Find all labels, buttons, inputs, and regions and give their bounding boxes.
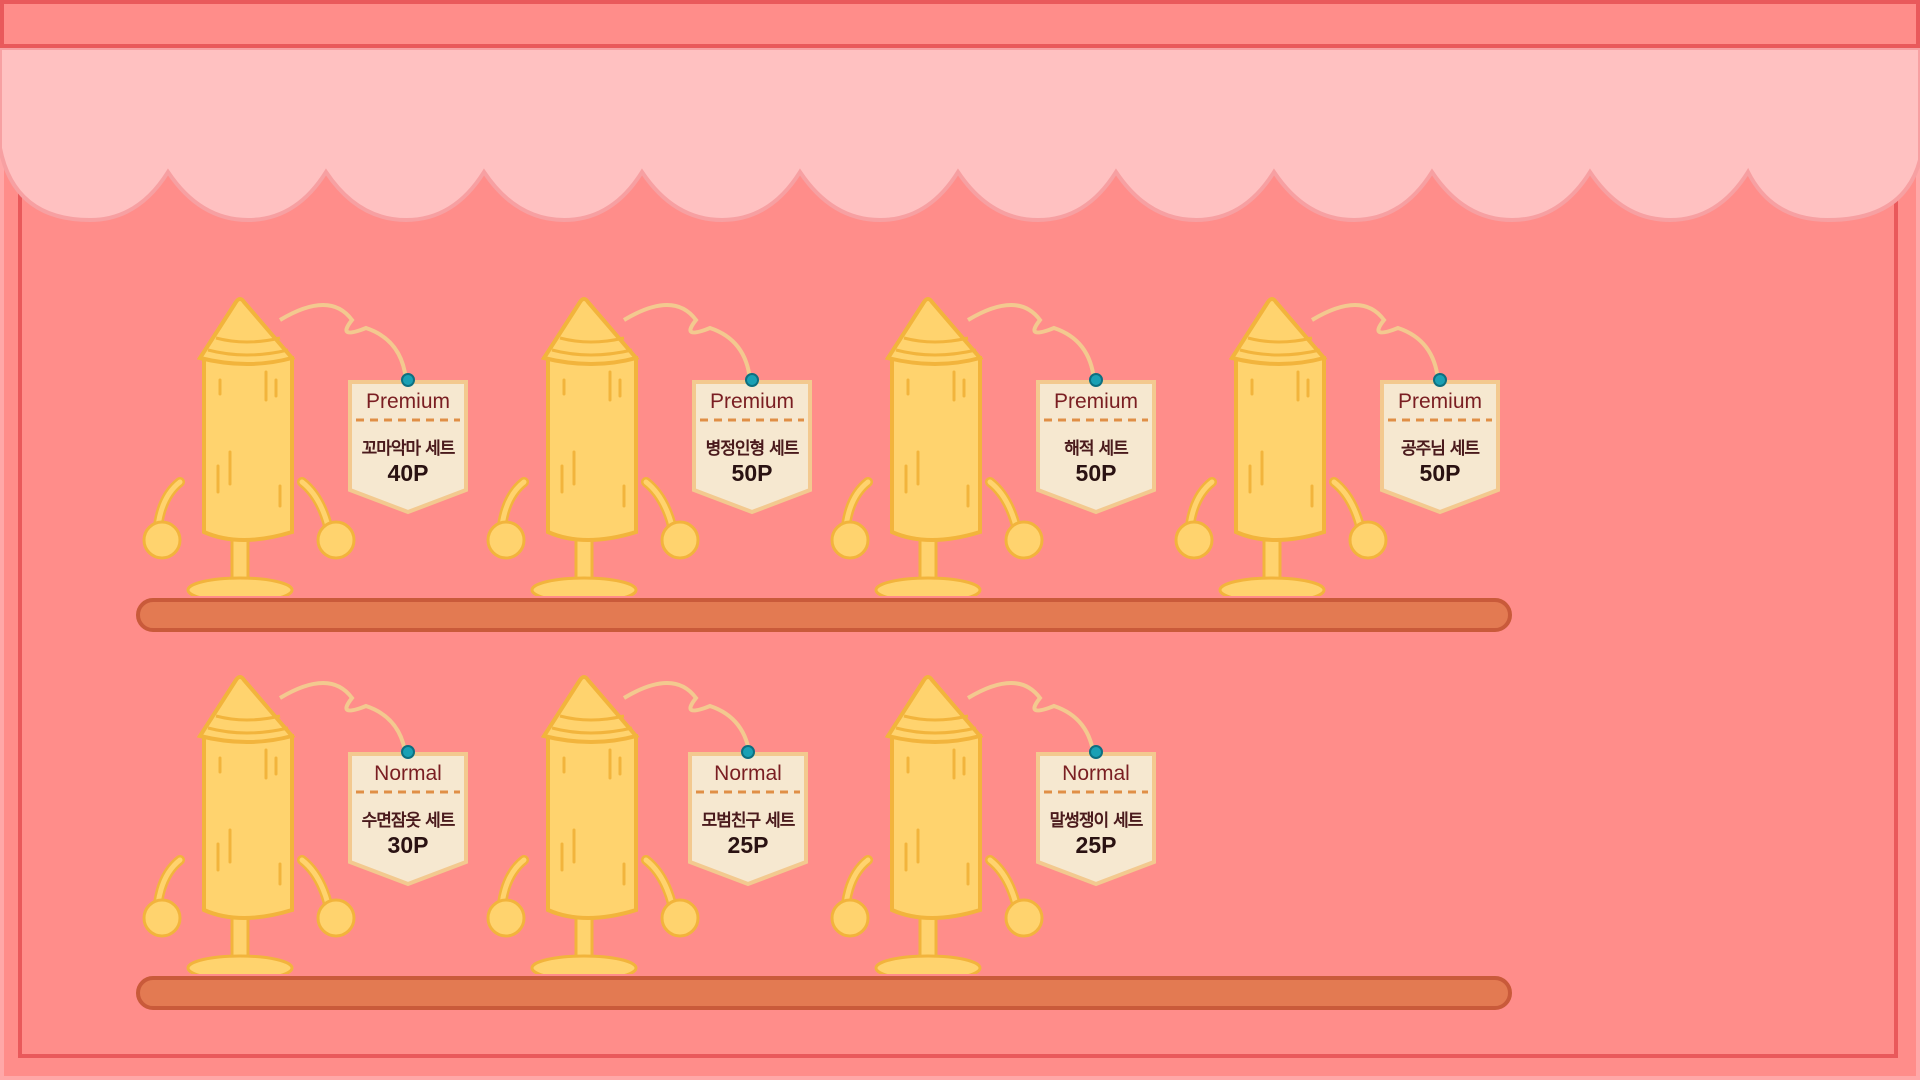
item-tier-label: Premium bbox=[1397, 390, 1482, 413]
shop-item[interactable]: Normal 말썽쟁이 세트 25P bbox=[828, 674, 1156, 974]
item-tier-label: Normal bbox=[1062, 762, 1130, 785]
item-name-label: 수면잠옷 세트 bbox=[361, 811, 456, 831]
item-price-label: 40P bbox=[387, 460, 429, 486]
price-tag: Normal 수면잠옷 세트 30P bbox=[346, 752, 470, 888]
shelf-bottom bbox=[136, 976, 1512, 1010]
item-price-label: 25P bbox=[1075, 832, 1117, 858]
item-price-label: 50P bbox=[731, 460, 773, 486]
shop-item[interactable]: Premium 꼬마악마 세트 40P bbox=[140, 296, 468, 596]
item-tier-label: Normal bbox=[714, 762, 782, 785]
pin-icon bbox=[1089, 745, 1103, 759]
top-bar bbox=[0, 0, 1920, 48]
item-tier-label: Normal bbox=[374, 762, 442, 785]
item-name-label: 공주님 세트 bbox=[1400, 439, 1480, 459]
item-price-label: 50P bbox=[1419, 460, 1461, 486]
shop-item[interactable]: Premium 해적 세트 50P bbox=[828, 296, 1156, 596]
shop-item[interactable]: Normal 수면잠옷 세트 30P bbox=[140, 674, 468, 974]
item-price-label: 50P bbox=[1075, 460, 1117, 486]
item-name-label: 병정인형 세트 bbox=[705, 439, 800, 459]
price-tag: Premium 공주님 세트 50P bbox=[1378, 380, 1502, 516]
item-tier-label: Premium bbox=[709, 390, 794, 413]
price-tag: Premium 병정인형 세트 50P bbox=[690, 380, 814, 516]
pin-icon bbox=[741, 745, 755, 759]
pin-icon bbox=[401, 745, 415, 759]
shop-item[interactable]: Premium 공주님 세트 50P bbox=[1172, 296, 1500, 596]
pin-icon bbox=[745, 373, 759, 387]
item-name-label: 말썽쟁이 세트 bbox=[1049, 811, 1144, 831]
item-name-label: 모범친구 세트 bbox=[701, 811, 796, 831]
item-name-label: 해적 세트 bbox=[1064, 439, 1128, 459]
item-price-label: 30P bbox=[387, 832, 429, 858]
price-tag: Normal 모범친구 세트 25P bbox=[686, 752, 810, 888]
awning bbox=[0, 48, 1920, 223]
price-tag: Normal 말썽쟁이 세트 25P bbox=[1034, 752, 1158, 888]
item-name-label: 꼬마악마 세트 bbox=[361, 439, 456, 459]
price-tag: Premium 해적 세트 50P bbox=[1034, 380, 1158, 516]
shop-item[interactable]: Normal 모범친구 세트 25P bbox=[484, 674, 808, 974]
item-tier-label: Premium bbox=[1053, 390, 1138, 413]
price-tag: Premium 꼬마악마 세트 40P bbox=[346, 380, 470, 516]
shop-item[interactable]: Premium 병정인형 세트 50P bbox=[484, 296, 812, 596]
pin-icon bbox=[401, 373, 415, 387]
item-tier-label: Premium bbox=[365, 390, 450, 413]
item-price-label: 25P bbox=[727, 832, 769, 858]
pin-icon bbox=[1089, 373, 1103, 387]
pin-icon bbox=[1433, 373, 1447, 387]
shelf-top bbox=[136, 598, 1512, 632]
